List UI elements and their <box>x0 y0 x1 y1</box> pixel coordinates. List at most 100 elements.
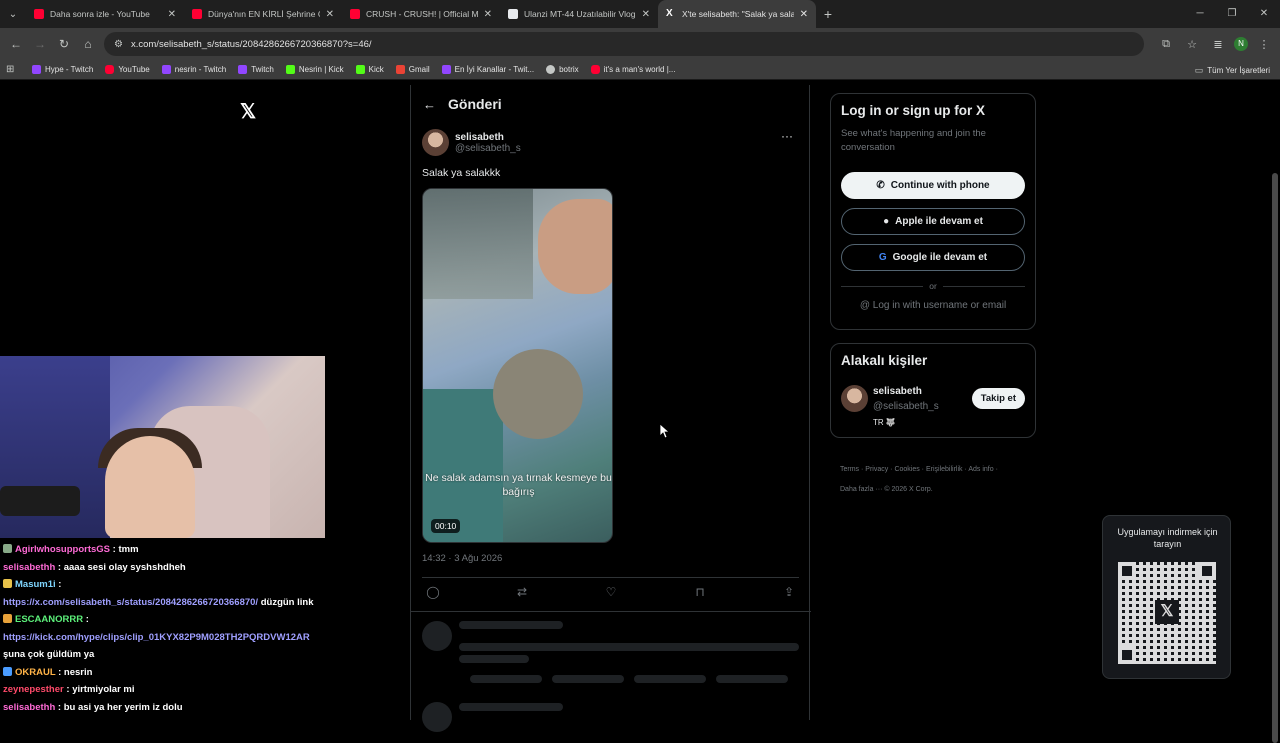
page-scrollbar[interactable] <box>1272 173 1278 743</box>
related-handle[interactable]: @selisabeth_s <box>873 401 939 412</box>
stream-chat: AgirlwhosupportsGS : tmm selisabethh : aa… <box>0 541 405 716</box>
bookmark-item[interactable]: botrix <box>546 65 579 74</box>
bookmark-label: YouTube <box>118 65 150 74</box>
bookmark-item[interactable]: YouTube <box>105 65 150 74</box>
chat-message: AgirlwhosupportsGS : tmm <box>0 541 405 559</box>
bookmark-item[interactable]: Gmail <box>395 65 430 74</box>
footer-line-1[interactable]: Terms · Privacy · Cookies · Erişilebilir… <box>840 460 1040 480</box>
back-arrow-icon[interactable]: ← <box>423 97 436 112</box>
cursor-arrow <box>659 423 671 439</box>
address-bar[interactable]: ⚙ x.com/selisabeth_s/status/208428626672… <box>104 32 1144 56</box>
profile-avatar[interactable]: N <box>1234 37 1248 51</box>
post-video[interactable]: Ne salak adamsın ya tırnak kesmeye bu ba… <box>422 188 613 543</box>
bookmark-item[interactable]: En İyi Kanallar - Twit... <box>441 65 535 74</box>
back-button[interactable]: ← <box>4 37 28 51</box>
bookmark-icon[interactable]: ⊓ <box>690 585 710 609</box>
bookmark-item[interactable]: Hype - Twitch <box>32 65 93 74</box>
post-text: Salak ya salakkk <box>422 167 501 179</box>
chat-username[interactable]: selisabethh <box>3 702 55 713</box>
chat-text: tmm <box>118 544 139 555</box>
follow-button[interactable]: Takip et <box>971 388 1025 409</box>
reply-icon[interactable]: ◯ <box>423 585 443 609</box>
tab-4-active[interactable]: X X'te selisabeth: "Salak ya salakkk ✕ <box>658 0 816 28</box>
avatar[interactable] <box>841 385 868 412</box>
site-info-icon[interactable]: ⚙ <box>114 39 123 50</box>
like-icon[interactable]: ♡ <box>601 585 621 609</box>
google-button-label: Google ile devam et <box>892 252 988 263</box>
tab-0[interactable]: Daha sonra izle - YouTube ✕ <box>26 0 184 28</box>
apple-signin-button[interactable]: ● Apple ile devam et <box>841 208 1025 235</box>
chat-separator: : <box>83 614 89 625</box>
bookmark-item[interactable]: it's a man's world |... <box>590 65 676 74</box>
chat-username[interactable]: zeynepesther <box>3 684 64 695</box>
footer-line-2[interactable]: Daha fazla ··· © 2026 X Corp. <box>840 480 1040 500</box>
twitch-icon <box>32 65 41 74</box>
close-icon[interactable]: ✕ <box>168 9 176 20</box>
tab-2[interactable]: CRUSH - CRUSH! | Official Music ✕ <box>342 0 500 28</box>
new-tab-button[interactable]: + <box>816 6 840 22</box>
chat-message: https://kick.com/hype/clips/clip_01KYX82… <box>0 629 405 647</box>
chat-link[interactable]: https://x.com/selisabeth_s/status/208428… <box>3 597 258 608</box>
tab-title: Dünya'nın EN KİRLİ Şehrine Geld <box>208 9 320 19</box>
post-timestamp[interactable]: 14:32 · 3 Ağu 2026 <box>422 553 502 564</box>
all-bookmarks-button[interactable]: ▭ Tüm Yer İşaretleri <box>1195 60 1270 80</box>
forward-button[interactable]: → <box>28 37 52 51</box>
chat-username[interactable]: ESCAANORRR <box>15 614 83 625</box>
chat-separator: : <box>63 684 73 695</box>
author-name[interactable]: selisabeth <box>455 132 521 143</box>
reload-button[interactable]: ↻ <box>52 37 76 51</box>
apps-icon[interactable]: ⊞ <box>6 64 20 75</box>
x-logo-icon[interactable]: 𝕏 <box>240 99 256 124</box>
bookmark-item[interactable]: Kick <box>355 65 384 74</box>
bookmark-star-icon[interactable]: ☆ <box>1182 38 1202 51</box>
continue-with-phone-button[interactable]: ✆ Continue with phone <box>841 172 1025 199</box>
chat-username[interactable]: OKRAUL <box>15 667 55 678</box>
window-controls: ─ ❐ ✕ <box>1184 0 1280 28</box>
menu-icon[interactable]: ⋮ <box>1254 38 1274 51</box>
close-icon[interactable]: ✕ <box>484 9 492 20</box>
bookmark-label: En İyi Kanallar - Twit... <box>454 65 535 74</box>
restore-button[interactable]: ❐ <box>1216 0 1248 28</box>
youtube-icon <box>590 65 600 74</box>
chat-text: nesrin <box>63 666 93 678</box>
chat-username[interactable]: AgirlwhosupportsGS <box>15 544 110 555</box>
chat-separator: : <box>55 666 64 678</box>
minimize-button[interactable]: ─ <box>1184 0 1216 28</box>
tab-3[interactable]: Ulanzi MT-44 Uzatılabilir Vlog Tr ✕ <box>500 0 658 28</box>
chat-link[interactable]: https://kick.com/hype/clips/clip_01KYX82… <box>3 632 310 643</box>
close-icon[interactable]: ✕ <box>642 9 650 20</box>
install-app-icon[interactable]: ⧉ <box>1156 38 1176 51</box>
avatar[interactable] <box>422 129 449 156</box>
app-download-qr-card[interactable]: Uygulamayı indirmek için tarayın 𝕏 <box>1102 515 1231 679</box>
tab-search-icon[interactable]: ≣ <box>1208 38 1228 51</box>
botrix-icon <box>546 65 556 74</box>
bookmark-item[interactable]: nesrin - Twitch <box>161 65 227 74</box>
bookmark-label: it's a man's world |... <box>603 65 676 74</box>
kick-icon <box>285 65 295 74</box>
google-icon: G <box>878 252 887 263</box>
post-author[interactable]: selisabeth @selisabeth_s <box>422 129 521 156</box>
share-icon[interactable]: ⇪ <box>779 585 799 609</box>
tab-search-button[interactable]: ⌄ <box>0 0 26 28</box>
close-icon[interactable]: ✕ <box>800 9 808 20</box>
more-options-icon[interactable]: ··· <box>781 129 793 143</box>
youtube-icon <box>192 9 202 19</box>
divider <box>411 611 811 612</box>
related-bio: TR 🐺 <box>873 418 896 427</box>
bookmark-item[interactable]: Nesrin | Kick <box>285 65 344 74</box>
related-name[interactable]: selisabeth <box>873 386 922 397</box>
chat-username[interactable]: selisabethh <box>3 562 55 573</box>
author-handle[interactable]: @selisabeth_s <box>455 143 521 154</box>
close-window-button[interactable]: ✕ <box>1248 0 1280 28</box>
chat-username[interactable]: Masum1i <box>15 579 56 590</box>
repost-icon[interactable]: ⇄ <box>512 585 532 609</box>
chat-separator: : <box>55 579 62 590</box>
close-icon[interactable]: ✕ <box>326 9 334 20</box>
tab-1[interactable]: Dünya'nın EN KİRLİ Şehrine Geld ✕ <box>184 0 342 28</box>
username-login-link[interactable]: @ Log in with username or email <box>841 300 1025 311</box>
bookmark-item[interactable]: Twitch <box>238 65 274 74</box>
google-signin-button[interactable]: G Google ile devam et <box>841 244 1025 271</box>
chat-text: yirtmiyolar mi <box>72 684 135 695</box>
home-button[interactable]: ⌂ <box>76 37 100 51</box>
bookmark-label: nesrin - Twitch <box>174 65 227 74</box>
